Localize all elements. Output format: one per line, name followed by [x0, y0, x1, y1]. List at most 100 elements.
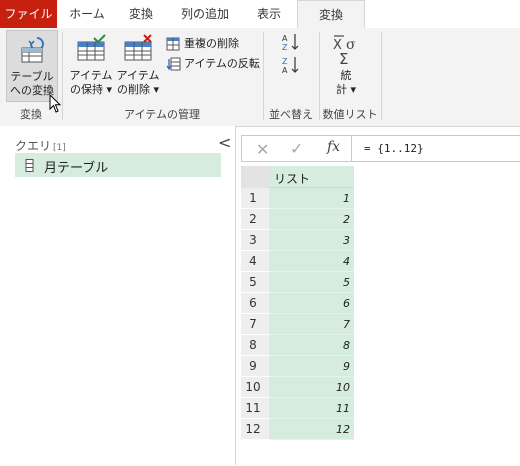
- cell-value: 6: [343, 297, 350, 310]
- keep-items-label-1: アイテム: [69, 69, 113, 82]
- row-number[interactable]: 3: [241, 230, 269, 251]
- keep-items-button[interactable]: アイテム の保持 ▾: [68, 30, 114, 102]
- table-cell[interactable]: 4: [269, 251, 354, 272]
- svg-text:Z: Z: [282, 57, 288, 66]
- statistics-label-1: 統: [340, 69, 352, 82]
- row-number-label: 6: [249, 296, 257, 310]
- tab-transform[interactable]: 変換: [115, 0, 167, 28]
- table-cell[interactable]: 2: [269, 209, 354, 230]
- to-table-label-1: テーブル: [10, 70, 54, 83]
- group-label-manage-items: アイテムの管理: [124, 108, 200, 121]
- svg-text:Σ: Σ: [339, 50, 348, 66]
- row-number-label: 8: [249, 338, 257, 352]
- row-number-label: 9: [249, 359, 257, 373]
- row-number[interactable]: 11: [241, 398, 269, 419]
- cell-value: 12: [336, 423, 350, 436]
- tab-home[interactable]: ホーム: [62, 0, 112, 28]
- cell-value: 11: [336, 402, 350, 415]
- row-number[interactable]: 4: [241, 251, 269, 272]
- group-label-sort: 並べ替え: [269, 108, 313, 121]
- table-cell[interactable]: 9: [269, 356, 354, 377]
- row-number[interactable]: 6: [241, 293, 269, 314]
- cancel-formula-button[interactable]: ✕: [256, 140, 269, 159]
- svg-text:Z: Z: [282, 43, 288, 52]
- collapse-pane-button[interactable]: <: [218, 133, 231, 152]
- cell-value: 4: [343, 255, 350, 268]
- table-row[interactable]: 44: [241, 251, 354, 272]
- table-row[interactable]: 22: [241, 209, 354, 230]
- reverse-items-icon: [166, 57, 181, 71]
- table-row[interactable]: 77: [241, 314, 354, 335]
- row-number[interactable]: 12: [241, 419, 269, 440]
- table-row[interactable]: 10 10: [241, 377, 354, 398]
- cell-value: 3: [343, 234, 350, 247]
- row-number[interactable]: 7: [241, 314, 269, 335]
- row-number[interactable]: 5: [241, 272, 269, 293]
- query-pane: クエリ [1] < 月テーブル: [0, 126, 236, 465]
- row-number[interactable]: 9: [241, 356, 269, 377]
- reverse-items-label: アイテムの反転: [184, 57, 260, 70]
- tab-list-tools-transform[interactable]: 変換: [297, 0, 365, 28]
- query-item[interactable]: 月テーブル: [15, 153, 221, 177]
- row-number[interactable]: 10: [241, 377, 269, 398]
- remove-duplicates-button[interactable]: 重複の削除: [166, 35, 262, 53]
- cell-value: 2: [343, 213, 350, 226]
- table-cell[interactable]: 12: [269, 419, 354, 440]
- list-query-icon: [25, 159, 34, 172]
- remove-duplicates-label: 重複の削除: [184, 37, 239, 50]
- table-cell[interactable]: 5: [269, 272, 354, 293]
- table-cell[interactable]: 3: [269, 230, 354, 251]
- tab-add-column[interactable]: 列の追加: [170, 0, 240, 28]
- confirm-formula-button[interactable]: ✓: [290, 139, 303, 158]
- row-number[interactable]: 2: [241, 209, 269, 230]
- query-item-name: 月テーブル: [44, 161, 109, 176]
- formula-divider: [351, 136, 352, 161]
- sort-descending-icon[interactable]: Z A: [281, 55, 301, 75]
- table-cell[interactable]: 7: [269, 314, 354, 335]
- row-number-label: 5: [249, 275, 257, 289]
- table-row[interactable]: 11: [241, 188, 354, 209]
- row-number[interactable]: 1: [241, 188, 269, 209]
- table-cell[interactable]: 10: [269, 377, 354, 398]
- tab-view[interactable]: 表示: [244, 0, 294, 28]
- table-corner[interactable]: [241, 166, 269, 188]
- table-cell[interactable]: 11: [269, 398, 354, 419]
- row-number-label: 3: [249, 233, 257, 247]
- group-label-number-list: 数値リスト: [322, 108, 378, 121]
- row-number-label: 4: [249, 254, 257, 268]
- column-header-label: リスト: [274, 172, 311, 186]
- remove-duplicates-icon: [166, 37, 180, 51]
- reverse-items-button[interactable]: アイテムの反転: [166, 55, 262, 73]
- table-row[interactable]: 99: [241, 356, 354, 377]
- row-number[interactable]: 8: [241, 335, 269, 356]
- formula-input[interactable]: = {1..12}: [364, 142, 424, 155]
- remove-items-label-2: の削除 ▾: [116, 83, 160, 96]
- statistics-button[interactable]: X σ Σ 統 計 ▾: [326, 30, 366, 102]
- cell-value: 7: [343, 318, 350, 331]
- table-cell[interactable]: 6: [269, 293, 354, 314]
- remove-items-button[interactable]: アイテム の削除 ▾: [115, 30, 161, 102]
- formula-bar: ✕ ✓ fx = {1..12}: [241, 135, 520, 162]
- group-label-convert: 変換: [20, 108, 42, 121]
- to-table-icon: [21, 37, 44, 63]
- table-row[interactable]: 33: [241, 230, 354, 251]
- fx-icon[interactable]: fx: [327, 139, 340, 155]
- cell-value: 8: [343, 339, 350, 352]
- tab-file[interactable]: ファイル: [0, 0, 57, 28]
- ribbon-tab-bar: ファイル ホーム 変換 列の追加 表示 変換: [0, 0, 520, 29]
- keep-items-label-2: の保持 ▾: [69, 83, 113, 96]
- table-cell[interactable]: 1: [269, 188, 354, 209]
- table-row[interactable]: 11 11: [241, 398, 354, 419]
- svg-text:A: A: [282, 66, 288, 75]
- ribbon: テーブル への変換 変換 アイテム の保持 ▾ アイテム の削除 ▾ 重複の削除…: [0, 28, 520, 127]
- sort-ascending-icon[interactable]: A Z: [281, 32, 301, 52]
- table-row[interactable]: 66: [241, 293, 354, 314]
- column-header-list[interactable]: リスト: [269, 166, 354, 188]
- table-cell[interactable]: 8: [269, 335, 354, 356]
- table-row[interactable]: 12 12: [241, 419, 354, 440]
- table-row[interactable]: 88: [241, 335, 354, 356]
- to-table-button[interactable]: テーブル への変換: [6, 30, 58, 102]
- table-row[interactable]: 55: [241, 272, 354, 293]
- statistics-label-2: 計 ▾: [335, 83, 357, 96]
- row-number-label: 12: [245, 422, 261, 436]
